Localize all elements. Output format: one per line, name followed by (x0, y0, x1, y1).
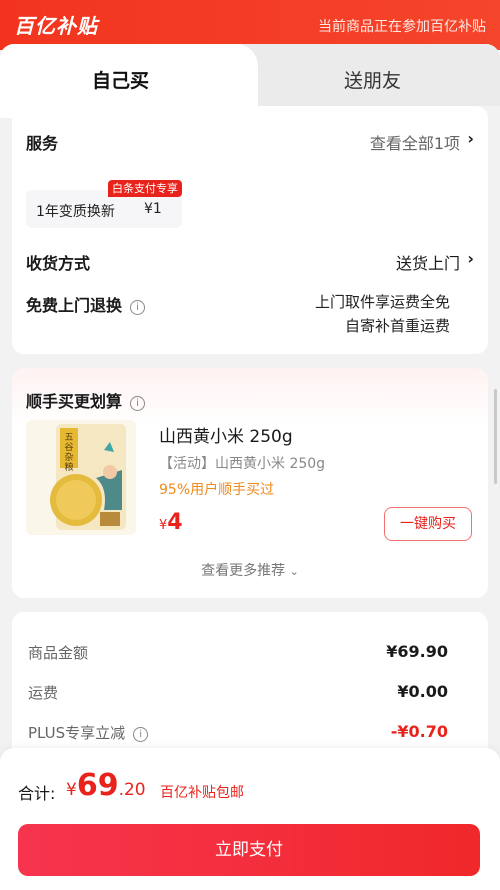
pay-now-button[interactable]: 立即支付 (18, 824, 480, 876)
product-image-text: 五 (64, 433, 73, 443)
bottom-pay-bar: 合计: ¥69.20 百亿补贴包邮 立即支付 (0, 748, 500, 890)
goods-amount-value: ¥69.90 (386, 642, 448, 661)
chevron-down-icon: ⌄ (289, 565, 299, 578)
service-card: 服务 查看全部1项 › 1年变质换新 ¥1 白条支付专享 收货方式 送货上门 ›… (12, 106, 488, 354)
service-title: 服务 (26, 134, 59, 153)
svg-text:杂: 杂 (64, 452, 73, 463)
more-recommend-link[interactable]: 查看更多推荐 ⌄ (12, 560, 488, 580)
info-icon[interactable]: i (130, 396, 146, 411)
svg-text:谷: 谷 (64, 442, 73, 453)
total-decimal: .20 (118, 780, 146, 800)
tab-self[interactable]: 自己买 (92, 66, 149, 93)
total-integer: 69 (76, 768, 119, 803)
shipping-value: ¥0.00 (397, 682, 448, 701)
recommend-card: 顺手买更划算 i 五 谷 杂 粮 山西黄小米 250g 【活动】山西黄小米 250… (12, 368, 488, 598)
return-note-line-2: 自寄补首重运费 (344, 317, 450, 335)
more-recommend-label: 查看更多推荐 (201, 563, 286, 579)
plus-discount-label: PLUS专享立减 (28, 724, 126, 742)
goods-amount-label: 商品金额 (28, 644, 89, 662)
info-icon[interactable]: i (133, 727, 149, 742)
info-icon[interactable]: i (130, 300, 146, 315)
product-name[interactable]: 山西黄小米 250g (159, 422, 293, 447)
product-price: ¥4 (159, 510, 183, 535)
view-all-services[interactable]: 查看全部1项 (370, 130, 460, 154)
delivery-value[interactable]: 送货上门 (396, 250, 460, 274)
product-subtitle: 【活动】山西黄小米 250g (159, 456, 326, 472)
banner-note: 当前商品正在参加百亿补贴 (318, 19, 486, 35)
total-currency: ¥ (66, 780, 77, 800)
subsidy-banner: 百亿补贴 当前商品正在参加百亿补贴 (0, 0, 500, 50)
return-note-line-1: 上门取件享运费全免 (314, 293, 450, 311)
return-label: 免费上门退换 (26, 296, 123, 315)
product-price-value: 4 (167, 510, 183, 535)
return-note: 上门取件享运费全免 自寄补首重运费 (315, 290, 450, 338)
recommend-title-row: 顺手买更划算 i (26, 388, 146, 412)
scrollbar[interactable] (494, 389, 497, 484)
service-option-label: 1年变质换新 (36, 204, 115, 220)
plus-discount-value: -¥0.70 (390, 722, 448, 741)
product-image[interactable]: 五 谷 杂 粮 (26, 420, 136, 535)
one-click-buy-button[interactable]: 一键购买 (384, 507, 472, 541)
brand-logo: 百亿补贴 (14, 14, 98, 38)
plus-discount-row: PLUS专享立减 i (28, 722, 149, 743)
free-shipping-note: 百亿补贴包邮 (160, 785, 244, 801)
total-label: 合计: (18, 784, 56, 803)
tab-bar: 自己买 送朋友 (0, 44, 500, 118)
total-price: ¥69.20 (66, 768, 146, 803)
tab-friend[interactable]: 送朋友 (344, 66, 401, 93)
recommend-title: 顺手买更划算 (26, 392, 123, 411)
return-label-row: 免费上门退换 i (26, 292, 146, 316)
product-popularity: 95%用户顺手买过 (159, 482, 275, 498)
chevron-right-icon[interactable]: › (467, 129, 474, 148)
chevron-right-icon[interactable]: › (467, 249, 474, 268)
shipping-label: 运费 (28, 684, 59, 702)
service-option-price: ¥1 (144, 201, 162, 217)
service-option-tag: 白条支付专享 (108, 180, 182, 197)
svg-text:粮: 粮 (64, 461, 73, 473)
delivery-label: 收货方式 (26, 254, 91, 273)
